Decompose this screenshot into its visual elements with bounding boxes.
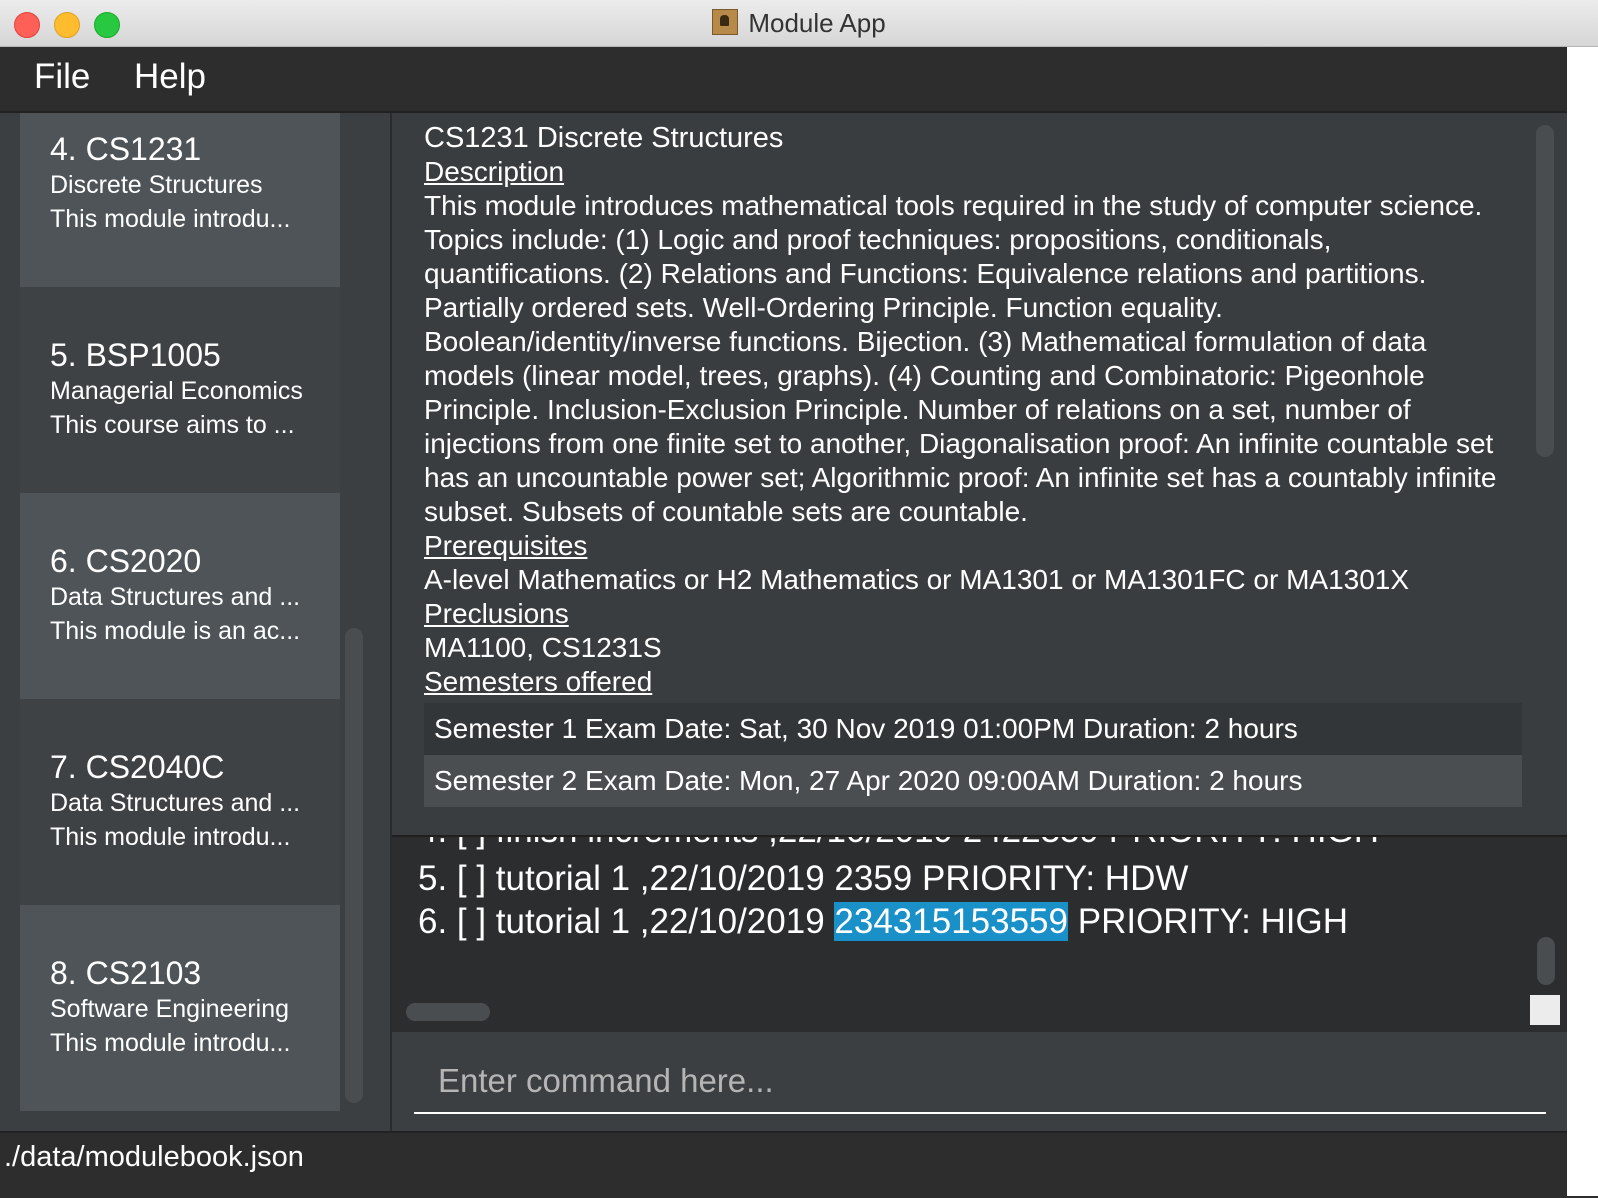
module-card-5[interactable]: 5. BSP1005 Managerial Economics This cou… xyxy=(20,287,340,493)
task-line-4: 4. [ ] finish increments ,22/10/2019 242… xyxy=(418,837,1379,851)
module-desc: This module is an ac... xyxy=(50,617,301,645)
preclusions-heading: Preclusions xyxy=(424,598,569,629)
module-name: Managerial Economics xyxy=(50,377,303,405)
module-card-4[interactable]: 4. CS1231 Discrete Structures This modul… xyxy=(20,113,340,287)
detail-title: CS1231 Discrete Structures xyxy=(424,122,784,154)
module-desc: This module introdu... xyxy=(50,205,291,233)
menu-bar: File Help xyxy=(0,47,1598,113)
module-code: 8. CS2103 xyxy=(50,955,202,991)
command-input[interactable] xyxy=(414,1050,1546,1114)
module-card-7[interactable]: 7. CS2040C Data Structures and ... This … xyxy=(20,699,340,905)
scroll-corner xyxy=(1530,995,1560,1025)
module-detail-panel: CS1231 Discrete Structures Description T… xyxy=(392,113,1567,835)
description-text: This module introduces mathematical tool… xyxy=(424,190,1497,527)
menu-help[interactable]: Help xyxy=(134,57,206,97)
title-bar: Module App xyxy=(0,0,1598,47)
status-bar: ./data/modulebook.json xyxy=(0,1131,1598,1198)
task-vertical-scrollbar[interactable] xyxy=(1537,937,1555,985)
module-name: Discrete Structures xyxy=(50,171,263,199)
window-title-area: Module App xyxy=(0,8,1598,39)
module-name: Software Engineering xyxy=(50,995,290,1023)
task-horizontal-scrollbar[interactable] xyxy=(406,1003,490,1021)
task-output-panel: 4. [ ] finish increments ,22/10/2019 242… xyxy=(392,835,1567,1032)
module-code: 7. CS2040C xyxy=(50,749,225,785)
module-code: 6. CS2020 xyxy=(50,543,202,579)
command-box xyxy=(392,1032,1567,1130)
window-title: Module App xyxy=(748,8,886,38)
module-desc: This module introdu... xyxy=(50,823,291,851)
module-desc: This module introdu... xyxy=(50,1029,291,1057)
prerequisites-text: A-level Mathematics or H2 Mathematics or… xyxy=(424,564,1410,595)
description-heading: Description xyxy=(424,156,565,187)
selected-text: 234315153559 xyxy=(834,902,1068,941)
module-name: Data Structures and ... xyxy=(50,789,301,817)
module-list-scrollbar[interactable] xyxy=(345,628,363,1103)
module-list-panel: 4. CS1231 Discrete Structures This modul… xyxy=(0,113,392,1131)
semester-row[interactable]: Semester 1 Exam Date: Sat, 30 Nov 2019 0… xyxy=(424,703,1522,755)
app-icon xyxy=(712,9,739,35)
module-code: 5. BSP1005 xyxy=(50,337,221,373)
module-card-6[interactable]: 6. CS2020 Data Structures and ... This m… xyxy=(20,493,340,699)
module-name: Data Structures and ... xyxy=(50,583,301,611)
window-edge xyxy=(1567,47,1598,1196)
task-line-5: 5. [ ] tutorial 1 ,22/10/2019 2359 PRIOR… xyxy=(418,859,1189,898)
task-line-6: 6. [ ] tutorial 1 ,22/10/2019 2343151535… xyxy=(418,902,1349,941)
module-code: 4. CS1231 xyxy=(50,131,202,167)
semesters-heading: Semesters offered xyxy=(424,666,653,697)
prerequisites-heading: Prerequisites xyxy=(424,530,588,561)
module-card-8[interactable]: 8. CS2103 Software Engineering This modu… xyxy=(20,905,340,1111)
menu-file[interactable]: File xyxy=(34,57,90,97)
save-location: ./data/modulebook.json xyxy=(4,1141,304,1173)
module-detail-content: CS1231 Discrete Structures Description T… xyxy=(424,121,1524,807)
semester-row[interactable]: Semester 2 Exam Date: Mon, 27 Apr 2020 0… xyxy=(424,755,1522,807)
module-desc: This course aims to ... xyxy=(50,411,295,439)
detail-scrollbar[interactable] xyxy=(1536,125,1554,457)
preclusions-text: MA1100, CS1231S xyxy=(424,632,662,663)
